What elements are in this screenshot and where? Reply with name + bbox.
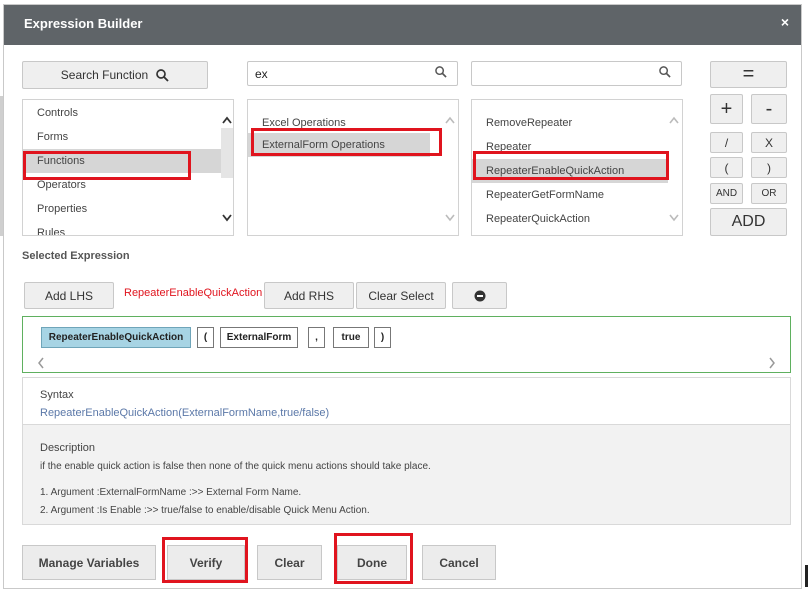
search-function-button[interactable]: Search Function bbox=[22, 61, 208, 89]
or-button[interactable]: OR bbox=[751, 183, 787, 204]
syntax-heading: Syntax bbox=[40, 389, 74, 401]
minus-circle-icon bbox=[474, 290, 485, 301]
equals-button[interactable]: = bbox=[710, 61, 787, 88]
group-item-externalform-operations[interactable]: ExternalForm Operations bbox=[248, 133, 430, 157]
chevron-right-icon[interactable] bbox=[768, 357, 776, 369]
add-operator-button[interactable]: ADD bbox=[710, 208, 787, 236]
selected-expression-label: Selected Expression bbox=[22, 250, 130, 262]
close-icon[interactable]: × bbox=[781, 14, 789, 30]
syntax-panel: Syntax RepeaterEnableQuickAction(Externa… bbox=[22, 377, 791, 425]
chevron-down-icon[interactable] bbox=[221, 213, 233, 223]
dialog-title: Expression Builder bbox=[24, 16, 143, 31]
minus-button[interactable]: - bbox=[751, 94, 787, 124]
description-text: if the enable quick action is false then… bbox=[40, 461, 431, 472]
category-item-properties[interactable]: Properties bbox=[23, 197, 221, 221]
chevron-up-icon[interactable] bbox=[668, 115, 680, 125]
clear-select-button[interactable]: Clear Select bbox=[356, 282, 446, 309]
function-item-repeater[interactable]: Repeater bbox=[472, 135, 668, 159]
expression-canvas[interactable]: RepeaterEnableQuickAction ( ExternalForm… bbox=[22, 316, 791, 373]
add-rhs-button[interactable]: Add RHS bbox=[264, 282, 354, 309]
description-panel: Description if the enable quick action i… bbox=[22, 425, 791, 525]
open-paren-button[interactable]: ( bbox=[710, 157, 743, 178]
category-item-controls[interactable]: Controls bbox=[23, 101, 221, 125]
function-item-repeaterenablequickaction[interactable]: RepeaterEnableQuickAction bbox=[472, 159, 668, 183]
expression-token-argument[interactable]: ExternalForm bbox=[220, 327, 298, 348]
plus-button[interactable]: + bbox=[710, 94, 743, 124]
function-search-value: ex bbox=[255, 67, 268, 81]
syntax-value: RepeaterEnableQuickAction(ExternalFormNa… bbox=[40, 407, 330, 419]
remove-button[interactable] bbox=[452, 282, 507, 309]
category-list: Controls Forms Functions Operators Prope… bbox=[22, 99, 234, 236]
group-list: Excel Operations ExternalForm Operations bbox=[247, 99, 459, 236]
function-search-input[interactable]: ex bbox=[247, 61, 458, 86]
expression-token-open-paren[interactable]: ( bbox=[197, 327, 214, 348]
done-button[interactable]: Done bbox=[337, 545, 407, 580]
search-function-label: Search Function bbox=[60, 68, 149, 82]
manage-variables-button[interactable]: Manage Variables bbox=[22, 545, 156, 580]
category-item-forms[interactable]: Forms bbox=[23, 125, 221, 149]
function-item-removerepeater[interactable]: RemoveRepeater bbox=[472, 111, 668, 135]
description-argument-2: 2. Argument :Is Enable :>> true/false to… bbox=[40, 505, 370, 516]
expression-token-close-paren[interactable]: ) bbox=[374, 327, 391, 348]
category-scroll-thumb[interactable] bbox=[221, 128, 233, 178]
function-item-repeatergetformname[interactable]: RepeaterGetFormName bbox=[472, 183, 668, 207]
expression-token-function[interactable]: RepeaterEnableQuickAction bbox=[41, 327, 191, 348]
chevron-down-icon[interactable] bbox=[444, 213, 456, 223]
close-paren-button[interactable]: ) bbox=[751, 157, 787, 178]
function-list: RemoveRepeater Repeater RepeaterEnableQu… bbox=[471, 99, 683, 236]
search-icon bbox=[659, 66, 671, 78]
description-heading: Description bbox=[40, 442, 96, 454]
cancel-button[interactable]: Cancel bbox=[422, 545, 496, 580]
secondary-search-input[interactable] bbox=[471, 61, 682, 86]
clear-button[interactable]: Clear bbox=[257, 545, 322, 580]
category-item-rules[interactable]: Rules bbox=[23, 221, 221, 235]
verify-button[interactable]: Verify bbox=[167, 545, 245, 580]
and-button[interactable]: AND bbox=[710, 183, 743, 204]
title-bar: Expression Builder × bbox=[4, 5, 801, 45]
chevron-down-icon[interactable] bbox=[668, 213, 680, 223]
function-item-repeaterquickaction[interactable]: RepeaterQuickAction bbox=[472, 207, 668, 231]
multiply-button[interactable]: X bbox=[751, 132, 787, 153]
chevron-up-icon[interactable] bbox=[444, 115, 456, 125]
category-item-functions[interactable]: Functions bbox=[23, 149, 221, 173]
category-item-operators[interactable]: Operators bbox=[23, 173, 221, 197]
search-icon bbox=[156, 68, 169, 82]
search-icon bbox=[435, 66, 447, 78]
chevron-up-icon[interactable] bbox=[221, 115, 233, 125]
expression-builder-dialog: Expression Builder × Search Function ex … bbox=[3, 4, 802, 589]
expression-token-argument[interactable]: true bbox=[333, 327, 369, 348]
current-selection-text: RepeaterEnableQuickAction bbox=[124, 287, 263, 299]
group-item-excel-operations[interactable]: Excel Operations bbox=[248, 111, 444, 135]
divide-button[interactable]: / bbox=[710, 132, 743, 153]
expression-token-comma[interactable]: , bbox=[308, 327, 325, 348]
add-lhs-button[interactable]: Add LHS bbox=[24, 282, 114, 309]
chevron-left-icon[interactable] bbox=[37, 357, 45, 369]
description-argument-1: 1. Argument :ExternalFormName :>> Extern… bbox=[40, 487, 302, 498]
